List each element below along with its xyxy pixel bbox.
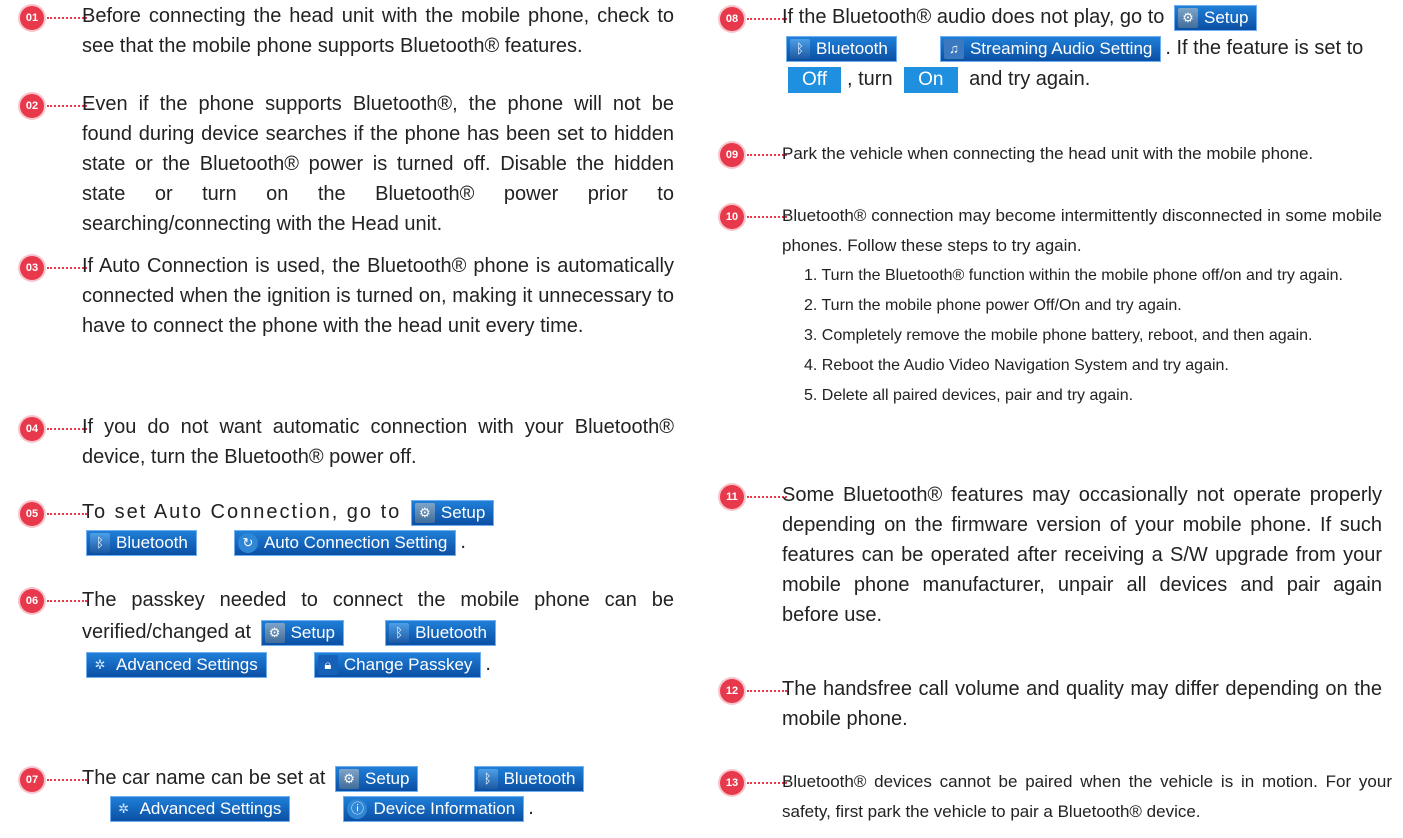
bluetooth-icon: ᛒ: [477, 768, 498, 789]
dotted-leader: [747, 154, 787, 158]
step-item: 4. Reboot the Audio Video Navigation Sys…: [804, 357, 1229, 374]
note-text: Bluetooth® connection may become intermi…: [782, 206, 1382, 255]
advanced-settings-icon: ✲: [94, 656, 106, 672]
item-number-badge: 08: [720, 7, 744, 31]
setup-button[interactable]: ⚙ Setup: [260, 619, 345, 646]
button-label: Streaming Audio Setting: [969, 38, 1153, 58]
setup-icon: ⚙: [1177, 7, 1198, 28]
note-text: Even if the phone supports Bluetooth®, t…: [82, 93, 674, 235]
item-number-badge: 03: [20, 256, 44, 280]
setup-button[interactable]: ⚙ Setup: [1173, 4, 1258, 31]
note-text: and try again.: [969, 68, 1091, 90]
note-text: The car name can be set at: [82, 767, 326, 789]
note-text: If Auto Connection is used, the Bluetoot…: [82, 255, 674, 337]
item-number-badge: 11: [720, 485, 744, 509]
note-text: To set Auto Connection, go to: [82, 501, 402, 523]
bluetooth-button[interactable]: ᛒ Bluetooth: [86, 529, 197, 556]
auto-connection-setting-button[interactable]: ↻ Auto Connection Setting: [233, 529, 457, 556]
button-label: Advanced Settings: [139, 798, 282, 818]
step-list: 1. Turn the Bluetooth® function within t…: [782, 261, 1382, 411]
change-passkey-button[interactable]: 🔒︎ Change Passkey: [313, 651, 482, 678]
dotted-leader: [47, 105, 87, 109]
button-label: Setup: [440, 502, 486, 522]
button-label: Bluetooth: [503, 768, 576, 788]
dotted-leader: [747, 782, 787, 786]
advanced-settings-icon: ✲: [118, 800, 130, 816]
button-label: Bluetooth: [816, 38, 888, 58]
item-number-badge: 02: [20, 94, 44, 118]
button-label: Advanced Settings: [116, 654, 258, 674]
dotted-leader: [747, 690, 787, 694]
item-number-badge: 12: [720, 679, 744, 703]
item-number-badge: 01: [20, 6, 44, 30]
setup-icon: ⚙: [339, 768, 360, 789]
setup-icon: ⚙: [414, 502, 435, 523]
off-chip[interactable]: Off: [788, 66, 841, 93]
setup-button[interactable]: ⚙ Setup: [335, 765, 419, 792]
dotted-leader: [47, 267, 87, 271]
device-information-button[interactable]: ⓘ Device Information: [343, 795, 525, 822]
button-label: Bluetooth: [415, 622, 487, 642]
dotted-leader: [47, 428, 87, 432]
note-text: If the Bluetooth® audio does not play, g…: [782, 6, 1165, 28]
item-number-badge: 06: [20, 589, 44, 613]
step-item: 5. Delete all paired devices, pair and t…: [804, 387, 1134, 404]
button-label: Change Passkey: [343, 654, 473, 674]
music-note-icon: ♫: [943, 38, 964, 59]
item-number-badge: 10: [720, 205, 744, 229]
note-text: Before connecting the head unit with the…: [82, 5, 674, 57]
note-text: The passkey needed to connect the mobile…: [82, 589, 674, 643]
item-number-badge: 09: [720, 143, 744, 167]
bluetooth-icon: ᛒ: [90, 532, 110, 553]
note-text: The handsfree call volume and quality ma…: [782, 678, 1382, 730]
lock-icon: 🔒︎: [317, 654, 338, 675]
button-label: Bluetooth: [116, 532, 188, 552]
device-info-icon: ⓘ: [347, 798, 368, 819]
note-text: Bluetooth® devices cannot be paired when…: [782, 772, 1392, 821]
note-text: , turn: [847, 68, 893, 90]
streaming-audio-setting-button[interactable]: ♫ Streaming Audio Setting: [939, 35, 1162, 62]
dotted-leader: [47, 600, 87, 604]
button-label: Setup: [365, 768, 410, 788]
period: .: [460, 531, 466, 553]
note-text: Park the vehicle when connecting the hea…: [782, 144, 1314, 163]
bluetooth-button[interactable]: ᛒ Bluetooth: [786, 35, 897, 62]
setup-button[interactable]: ⚙ Setup: [410, 499, 495, 526]
advanced-settings-button[interactable]: ✲ Advanced Settings: [109, 795, 291, 822]
button-label: Auto Connection Setting: [263, 532, 448, 552]
on-chip[interactable]: On: [904, 66, 958, 93]
item-number-badge: 05: [20, 502, 44, 526]
item-number-badge: 13: [720, 771, 744, 795]
dotted-leader: [47, 779, 87, 783]
note-text: . If the feature is set to: [1165, 37, 1364, 59]
item-number-badge: 07: [20, 768, 44, 792]
bluetooth-icon: ᛒ: [389, 622, 410, 643]
dotted-leader: [47, 17, 87, 21]
item-number-badge: 04: [20, 417, 44, 441]
button-label: Setup: [1203, 7, 1249, 27]
bluetooth-button[interactable]: ᛒ Bluetooth: [473, 765, 585, 792]
step-item: 3. Completely remove the mobile phone ba…: [804, 327, 1313, 344]
bluetooth-button[interactable]: ᛒ Bluetooth: [385, 619, 496, 646]
step-item: 2. Turn the mobile phone power Off/On an…: [804, 297, 1182, 314]
button-label: Device Information: [373, 798, 516, 818]
step-item: 1. Turn the Bluetooth® function within t…: [804, 267, 1343, 284]
period: .: [528, 797, 534, 819]
setup-icon: ⚙: [264, 622, 285, 643]
dotted-leader: [747, 216, 787, 220]
button-label: Setup: [290, 622, 336, 642]
bluetooth-icon: ᛒ: [790, 38, 810, 59]
dotted-leader: [747, 18, 787, 22]
period: .: [485, 653, 491, 675]
dotted-leader: [47, 513, 87, 517]
advanced-settings-button[interactable]: ✲ Advanced Settings: [86, 651, 267, 678]
note-text: If you do not want automatic connection …: [82, 416, 674, 468]
note-text: Some Bluetooth® features may occasionall…: [782, 484, 1382, 626]
dotted-leader: [747, 496, 787, 500]
auto-connection-icon: ↻: [237, 532, 258, 553]
